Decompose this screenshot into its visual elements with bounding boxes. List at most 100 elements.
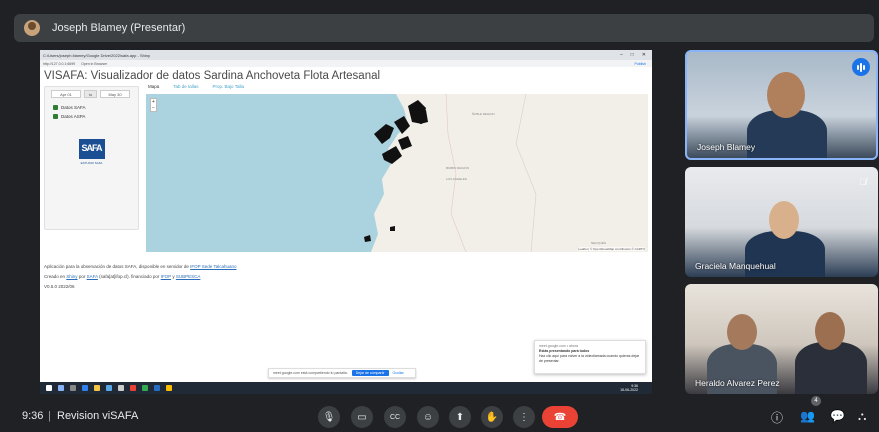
tab-bar: Mapa Tab de tallas Prop. Bajo Talla bbox=[148, 84, 244, 89]
footer-text: (safa[at]ifop.cl). financiado por bbox=[99, 274, 160, 279]
presenting-notification[interactable]: meet.google.com • ahora Estás presentand… bbox=[534, 340, 646, 374]
app-icon[interactable] bbox=[130, 385, 136, 391]
people-button[interactable]: 👥 bbox=[800, 409, 815, 423]
checkbox-datos-aspa[interactable]: Datos ASPA bbox=[45, 110, 138, 119]
presenter-avatar bbox=[24, 20, 40, 36]
windows-start-icon[interactable] bbox=[46, 385, 52, 391]
excel-icon[interactable] bbox=[142, 385, 148, 391]
tab-tallas[interactable]: Tab de tallas bbox=[173, 84, 198, 89]
taskbar-clock: 9:36 15-06-2022 bbox=[620, 384, 638, 392]
map-label-neuquen: NEUQUÉN bbox=[591, 241, 607, 245]
emoji-button[interactable]: ☺ bbox=[417, 406, 439, 428]
speaking-indicator-icon bbox=[852, 58, 870, 76]
mic-off-icon: 🎙̸ bbox=[859, 177, 867, 187]
app-version: V0.5.0 2022/06 bbox=[44, 284, 75, 289]
search-icon[interactable] bbox=[58, 385, 64, 391]
browser-url[interactable]: http://127.0.0.1:6699 bbox=[43, 62, 75, 66]
raise-hand-button[interactable]: ✋ bbox=[481, 406, 503, 428]
shiny-link[interactable]: Shiny bbox=[66, 274, 77, 279]
safa-link[interactable]: SAFA bbox=[87, 274, 98, 279]
hand-icon: ✋ bbox=[485, 411, 499, 423]
meeting-name: Revision viSAFA bbox=[57, 410, 139, 422]
map-label-biobio: BIOBIO REGION bbox=[446, 166, 470, 170]
maximize-icon[interactable]: □ bbox=[631, 52, 634, 58]
footer-text: Aplicación para la observación de datos … bbox=[44, 264, 189, 269]
close-icon[interactable]: ✕ bbox=[642, 52, 646, 58]
presenter-name: Joseph Blamey (Presentar) bbox=[52, 22, 186, 34]
stop-sharing-button[interactable]: Dejar de compartir bbox=[351, 370, 389, 376]
checkbox-datos-safa[interactable]: Datos SAFA bbox=[45, 101, 138, 110]
logo-text: SAFA bbox=[81, 143, 102, 153]
leaflet-map[interactable]: + − ÑUBLE REGION BIOBIO REGION LOS ANGEL… bbox=[146, 94, 648, 252]
zoom-out-button[interactable]: − bbox=[151, 105, 156, 111]
captions-icon: CC bbox=[389, 413, 401, 421]
windows-taskbar: 9:36 15-06-2022 bbox=[40, 382, 652, 394]
footer-text: y bbox=[172, 274, 175, 279]
logo-subtitle: ESTUDIO SAFA bbox=[80, 161, 103, 165]
edge-icon[interactable] bbox=[82, 385, 88, 391]
chat-icon: 💬 bbox=[830, 409, 845, 423]
captions-button[interactable]: CC bbox=[384, 406, 406, 428]
minimize-icon[interactable]: – bbox=[620, 52, 623, 58]
meeting-clock: 9:36 bbox=[22, 410, 44, 422]
camera-button[interactable]: ▭ bbox=[351, 406, 373, 428]
map-label-los-angeles: LOS ANGELES bbox=[446, 177, 467, 181]
footer-text: Creado en bbox=[44, 274, 66, 279]
end-call-button[interactable]: ☎ bbox=[542, 406, 578, 428]
start-date-input[interactable]: Apr 01 bbox=[51, 90, 81, 98]
present-button[interactable]: ⬆ bbox=[449, 406, 471, 428]
tab-mapa[interactable]: Mapa bbox=[148, 84, 159, 89]
people-icon: 👥 bbox=[800, 409, 815, 423]
camera-icon: ▭ bbox=[357, 411, 367, 423]
subpesca-link[interactable]: SUBPESCA bbox=[176, 274, 201, 279]
participant-face-2 bbox=[815, 312, 845, 350]
end-call-icon: ☎ bbox=[553, 411, 567, 423]
more-options-button[interactable]: ⋮ bbox=[513, 406, 535, 428]
mic-icon: 🎙 bbox=[322, 411, 336, 423]
activities-icon: ⛬ bbox=[858, 409, 867, 423]
info-icon: ⓘ bbox=[771, 411, 784, 425]
checkbox-checked-icon[interactable] bbox=[53, 114, 58, 119]
app-title: VISAFA: Visualizador de datos Sardina An… bbox=[44, 70, 381, 82]
file-explorer-icon[interactable] bbox=[94, 385, 100, 391]
end-date-input[interactable]: May 30 bbox=[100, 90, 130, 98]
publish-button[interactable]: Publish bbox=[635, 62, 646, 66]
share-notice-text: meet.google.com está compartiendo tu pan… bbox=[273, 371, 348, 375]
participant-tile-joseph[interactable]: Joseph Blamey bbox=[685, 50, 878, 160]
emoji-icon: ☺ bbox=[422, 411, 434, 423]
hide-button[interactable]: Ocultar bbox=[393, 371, 404, 375]
checkbox-label: Datos ASPA bbox=[61, 114, 86, 119]
chrome-icon[interactable] bbox=[166, 385, 172, 391]
checkbox-label: Datos SAFA bbox=[61, 105, 86, 110]
filter-panel: Apr 01 to May 30 Datos SAFA Datos ASPA S… bbox=[44, 86, 139, 230]
ifop-link[interactable]: IFOP bbox=[161, 274, 171, 279]
tab-prop-bajo-talla[interactable]: Prop. Bajo Talla bbox=[213, 84, 244, 89]
meeting-controls-bar: 9:36 | Revision viSAFA 🎙 ▭ CC ☺ ⬆ ✋ ⋮ ☎ … bbox=[0, 400, 879, 432]
task-view-icon[interactable] bbox=[70, 385, 76, 391]
settings-icon[interactable] bbox=[118, 385, 124, 391]
store-icon[interactable] bbox=[106, 385, 112, 391]
present-icon: ⬆ bbox=[455, 411, 465, 423]
activities-button[interactable]: ⛬ bbox=[858, 409, 866, 424]
presenter-bar: Joseph Blamey (Presentar) bbox=[14, 14, 874, 42]
date-to-label: to bbox=[84, 90, 97, 98]
participant-name: Heraldo Alvarez Perez bbox=[695, 378, 780, 388]
map-attribution[interactable]: Leaflet | © OpenStreetMap contributors ©… bbox=[578, 247, 645, 251]
safa-logo: SAFA ESTUDIO SAFA bbox=[77, 135, 107, 169]
participant-face bbox=[767, 72, 805, 118]
mic-button[interactable]: 🎙 bbox=[318, 406, 340, 428]
info-button[interactable]: ⓘ bbox=[771, 409, 783, 426]
open-in-browser-button[interactable]: Open in Browser bbox=[81, 62, 107, 66]
participant-tile-heraldo[interactable]: Heraldo Alvarez Perez bbox=[685, 284, 878, 394]
browser-tab-path: C:/Users/joseph.blamey/Google Drive/2022… bbox=[43, 52, 150, 58]
participant-count-badge: 4 bbox=[811, 396, 821, 406]
notification-body: Haz clic aquí para volver a la videollam… bbox=[539, 354, 640, 363]
footer-text: por bbox=[78, 274, 86, 279]
participant-tile-graciela[interactable]: 🎙̸ Graciela Manquehual bbox=[685, 167, 878, 277]
rstudio-icon[interactable] bbox=[154, 385, 160, 391]
chat-button[interactable]: 💬 bbox=[830, 409, 845, 423]
browser-titlebar: C:/Users/joseph.blamey/Google Drive/2022… bbox=[40, 50, 652, 60]
ifop-server-link[interactable]: IFOP Sede Talcahuano bbox=[190, 264, 236, 269]
checkbox-checked-icon[interactable] bbox=[53, 105, 58, 110]
participant-name: Joseph Blamey bbox=[697, 142, 756, 152]
